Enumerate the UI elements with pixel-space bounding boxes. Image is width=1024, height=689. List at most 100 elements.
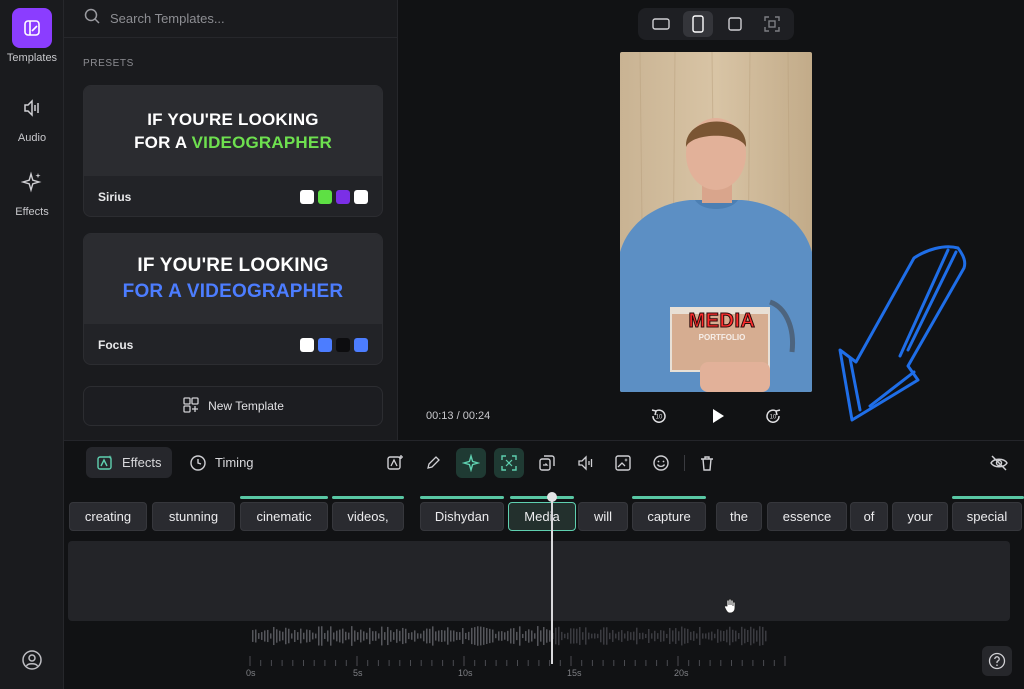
tab-effects[interactable]: Effects	[86, 447, 172, 478]
forward-10-button[interactable]: 10	[759, 402, 787, 430]
waveform-bar	[588, 632, 590, 640]
waveform-bar	[450, 630, 452, 642]
new-template-label: New Template	[208, 399, 284, 413]
new-template-button[interactable]: New Template	[83, 386, 383, 426]
playhead[interactable]	[551, 496, 553, 664]
ruler-label: 0s	[246, 668, 256, 678]
delete-button[interactable]	[692, 448, 722, 478]
waveform-bar	[537, 626, 539, 646]
waveform-bar	[510, 628, 512, 644]
waveform-bar	[363, 631, 365, 641]
waveform-bar	[351, 626, 353, 646]
waveform-bar	[504, 632, 506, 640]
word-chip[interactable]: essence	[767, 502, 847, 531]
account-icon[interactable]	[20, 648, 44, 672]
highlight-effect-button[interactable]	[456, 448, 486, 478]
rail-item-templates[interactable]: Templates	[0, 8, 64, 64]
media-swap-button[interactable]	[532, 448, 562, 478]
waveform-bar	[465, 632, 467, 640]
waveform-bar	[648, 629, 650, 643]
zoom-effect-button[interactable]	[494, 448, 524, 478]
preset-card-sirius[interactable]: IF YOU'RE LOOKING FOR A VIDEOGRAPHER Sir…	[83, 85, 383, 217]
waveform-bar	[546, 629, 548, 643]
help-button[interactable]	[982, 646, 1012, 676]
effect-marker	[952, 496, 1024, 499]
preset-name: Focus	[98, 338, 134, 352]
tab-effects-label: Effects	[122, 455, 162, 470]
waveform-bar	[723, 630, 725, 642]
word-chip-selected[interactable]: Media	[508, 502, 576, 531]
waveform-bar	[255, 629, 257, 643]
waveform-bar	[666, 633, 668, 639]
emoji-button[interactable]	[646, 448, 676, 478]
word-chip[interactable]: your	[892, 502, 948, 531]
waveform-bar	[705, 633, 707, 639]
word-chip[interactable]: stunning	[152, 502, 235, 531]
help-icon	[988, 652, 1006, 670]
tab-timing-label: Timing	[215, 455, 254, 470]
waveform-bar	[603, 627, 605, 645]
sound-effect-button[interactable]	[570, 448, 600, 478]
word-chip[interactable]: Dishydan	[420, 502, 504, 531]
preset-card-focus[interactable]: IF YOU'RE LOOKING FOR A VIDEOGRAPHER Foc…	[83, 233, 383, 365]
waveform-bar	[309, 630, 311, 642]
waveform-bar	[591, 633, 593, 639]
rewind-10-button[interactable]: 10	[645, 402, 673, 430]
waveform-bar	[336, 630, 338, 642]
waveform-bar	[561, 631, 563, 641]
fit-frame-button[interactable]	[757, 11, 787, 37]
add-text-button[interactable]	[380, 448, 410, 478]
play-button[interactable]	[703, 402, 731, 430]
waveform-bar	[393, 632, 395, 640]
rail-item-audio[interactable]: Audio	[0, 88, 64, 144]
waveform-bar	[429, 628, 431, 644]
waveform-bar	[378, 633, 380, 639]
word-chip[interactable]: will	[578, 502, 628, 531]
playhead-handle[interactable]	[547, 492, 557, 502]
waveform-bar	[492, 629, 494, 643]
time-current: 00:13	[426, 410, 454, 422]
waveform-bar	[672, 630, 674, 642]
caption-sub: PORTFOLIO	[698, 333, 746, 342]
waveform-bar	[258, 633, 260, 639]
waveform-bar	[303, 632, 305, 640]
broll-button[interactable]	[608, 448, 638, 478]
add-text-icon	[387, 455, 403, 470]
waveform-bar	[291, 633, 293, 639]
edit-button[interactable]	[418, 448, 448, 478]
word-chip[interactable]: videos,	[332, 502, 404, 531]
waveform-bar	[762, 626, 764, 646]
preset-line-1: IF YOU'RE LOOKING	[137, 255, 329, 276]
hide-captions-button[interactable]	[984, 448, 1014, 478]
waveform-bar	[645, 633, 647, 639]
aspect-ratio-selector	[638, 8, 794, 40]
effects-track[interactable]	[68, 541, 1010, 621]
word-chip[interactable]: of	[850, 502, 888, 531]
rail-item-effects[interactable]: Effects	[0, 162, 64, 218]
rail-label-effects: Effects	[15, 206, 49, 218]
word-chip[interactable]: cinematic	[240, 502, 328, 531]
waveform-bar	[372, 631, 374, 641]
waveform-bar	[684, 628, 686, 644]
audio-waveform[interactable]	[68, 621, 1010, 651]
aspect-portrait-button[interactable]	[682, 11, 713, 37]
time-ruler: 0s 5s 10s 15s 20s	[68, 652, 1010, 682]
waveform-bar	[558, 626, 560, 646]
waveform-bar	[756, 630, 758, 642]
waveform-bar	[357, 632, 359, 640]
aspect-square-button[interactable]	[720, 11, 750, 37]
aspect-landscape-button[interactable]	[646, 11, 676, 37]
effect-marker	[510, 496, 574, 499]
word-chip[interactable]: special	[952, 502, 1022, 531]
waveform-bar	[297, 632, 299, 640]
video-frame[interactable]: MEDIA PORTFOLIO	[620, 52, 812, 392]
tab-timing[interactable]: Timing	[179, 447, 264, 478]
word-chip[interactable]: capture	[632, 502, 706, 531]
waveform-bar	[471, 627, 473, 645]
ruler-label: 5s	[353, 668, 363, 678]
word-chip[interactable]: the	[716, 502, 762, 531]
word-chip[interactable]: creating	[69, 502, 147, 531]
waveform-bar	[441, 630, 443, 642]
color-swatch	[300, 190, 314, 204]
search-input[interactable]	[110, 11, 370, 26]
